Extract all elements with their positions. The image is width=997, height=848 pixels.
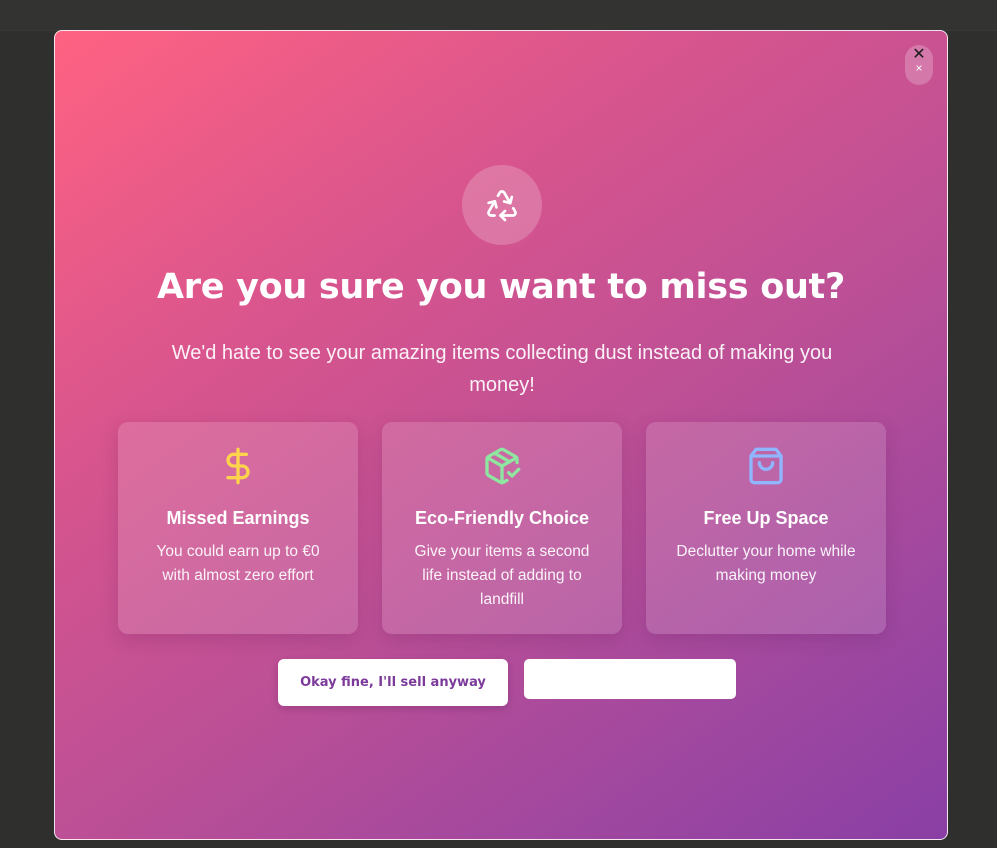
recycle-icon: [462, 165, 542, 245]
modal-title: Are you sure you want to miss out?: [157, 267, 845, 307]
card-description: You could earn up to €0 with almost zero…: [156, 543, 320, 584]
package-check-icon: [382, 446, 622, 486]
modal-subtitle: We'd hate to see your amazing items coll…: [171, 342, 833, 396]
close-icon-inner[interactable]: ×: [905, 62, 933, 74]
card-missed-earnings: Missed Earnings You could earn up to €0 …: [118, 422, 358, 634]
card-description: Declutter your home while making money: [676, 543, 856, 584]
top-bar: [0, 0, 997, 31]
shopping-bag-icon: [646, 446, 886, 486]
card-free-up-space: Free Up Space Declutter your home while …: [646, 422, 886, 634]
close-button[interactable]: ✕ ×: [905, 45, 933, 85]
secondary-button[interactable]: [524, 659, 736, 699]
card-eco-friendly: Eco-Friendly Choice Give your items a se…: [382, 422, 622, 634]
card-title: Missed Earnings: [166, 508, 310, 528]
card-description: Give your items a second life instead of…: [414, 543, 590, 608]
sell-anyway-button[interactable]: Okay fine, I'll sell anyway: [278, 659, 508, 706]
card-title: Eco-Friendly Choice: [414, 508, 590, 528]
exit-intent-modal: ✕ × Are you sure you want to miss out? W…: [54, 30, 948, 840]
dollar-icon: [118, 446, 358, 486]
card-title: Free Up Space: [703, 508, 829, 528]
